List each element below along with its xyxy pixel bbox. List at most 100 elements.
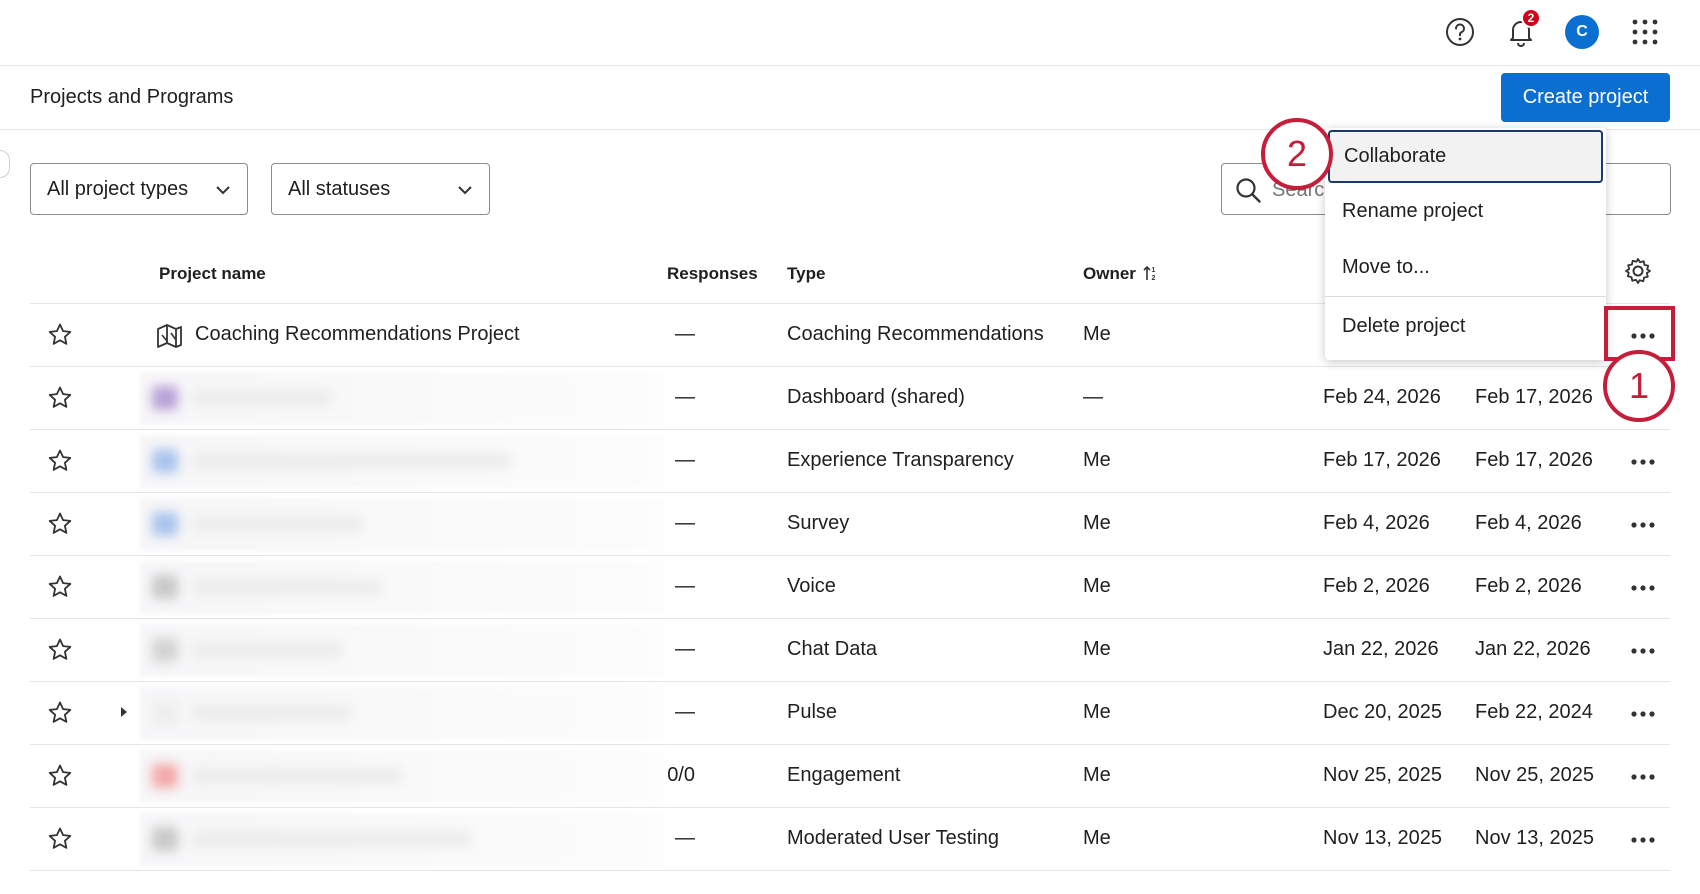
redacted-project-name <box>140 687 665 740</box>
star-icon[interactable] <box>47 511 73 542</box>
redacted-project-name <box>140 561 665 614</box>
star-icon[interactable] <box>47 322 73 353</box>
creation-date-cell: Feb 22, 2024 <box>1475 701 1593 723</box>
gear-icon[interactable] <box>1623 256 1653 286</box>
star-icon[interactable] <box>47 826 73 857</box>
top-bar: 2 C <box>0 0 1700 66</box>
last-modified-cell: Feb 24, 2026 <box>1323 386 1441 408</box>
redacted-text <box>192 516 362 532</box>
redacted-text <box>192 390 332 406</box>
bell-icon[interactable]: 2 <box>1503 8 1541 50</box>
creation-date-cell: Feb 2, 2026 <box>1475 575 1582 597</box>
annotation-step-1: 1 <box>1603 350 1675 422</box>
table-row[interactable]: — Voice Me Feb 2, 2026 Feb 2, 2026 <box>30 556 1670 619</box>
star-icon[interactable] <box>47 448 73 479</box>
owner-cell: Me <box>1083 323 1111 345</box>
star-icon[interactable] <box>47 700 73 731</box>
more-actions-icon[interactable] <box>1625 637 1661 665</box>
creation-date-cell: Jan 22, 2026 <box>1475 638 1591 660</box>
redacted-project-name <box>140 813 665 866</box>
column-project-name[interactable]: Project name <box>159 264 266 284</box>
grid-icon[interactable] <box>1627 14 1663 50</box>
owner-cell: Me <box>1083 827 1111 849</box>
status-filter-label: All statuses <box>288 177 391 200</box>
redacted-icon <box>152 512 178 536</box>
more-actions-icon[interactable] <box>1625 826 1661 854</box>
table-row[interactable]: 0/0 Engagement Me Nov 25, 2025 Nov 25, 2025 <box>30 745 1670 808</box>
creation-date-cell: Nov 13, 2025 <box>1475 827 1594 849</box>
svg-text:1: 1 <box>1151 267 1155 274</box>
owner-cell: Me <box>1083 575 1111 597</box>
sort-icon[interactable]: 12 <box>1143 264 1159 282</box>
more-actions-icon[interactable] <box>1625 511 1661 539</box>
star-icon[interactable] <box>47 763 73 794</box>
menu-item-delete[interactable]: Delete project <box>1325 300 1606 352</box>
column-responses[interactable]: Responses <box>667 264 758 284</box>
project-type-filter-label: All project types <box>47 177 189 200</box>
project-name[interactable]: Coaching Recommendations Project <box>195 323 520 346</box>
table-row[interactable]: — Experience Transparency Me Feb 17, 2026 Fe… <box>30 430 1670 493</box>
table-row[interactable]: — Survey Me Feb 4, 2026 Feb 4, 2026 <box>30 493 1670 556</box>
status-filter[interactable]: All statuses <box>271 163 490 215</box>
type-cell: Coaching Recommendations <box>787 323 1044 345</box>
project-type-filter[interactable]: All project types <box>30 163 248 215</box>
owner-cell: Me <box>1083 449 1111 471</box>
menu-item-move[interactable]: Move to... <box>1325 241 1606 293</box>
search-icon <box>1236 178 1261 203</box>
redacted-icon <box>152 764 178 788</box>
responses-cell: — <box>675 701 695 723</box>
redacted-icon <box>152 638 178 662</box>
owner-cell: Me <box>1083 764 1111 786</box>
star-icon[interactable] <box>47 637 73 668</box>
column-type[interactable]: Type <box>787 264 825 284</box>
redacted-icon <box>152 827 178 851</box>
more-actions-icon[interactable] <box>1625 574 1661 602</box>
owner-cell: Me <box>1083 638 1111 660</box>
page-header: Projects and Programs Create project <box>0 66 1700 130</box>
star-icon[interactable] <box>47 574 73 605</box>
redacted-text <box>192 579 382 595</box>
type-cell: Moderated User Testing <box>787 827 999 849</box>
expand-caret-icon[interactable] <box>117 705 131 719</box>
menu-item-rename[interactable]: Rename project <box>1325 185 1606 237</box>
table-row[interactable]: — Moderated User Testing Me Nov 13, 2025 Nov… <box>30 808 1670 871</box>
creation-date-cell: Nov 25, 2025 <box>1475 764 1594 786</box>
redacted-text <box>192 453 512 469</box>
creation-date-cell: Feb 17, 2026 <box>1475 449 1593 471</box>
creation-date-cell: Feb 17, 2026 <box>1475 386 1593 408</box>
table-row[interactable]: — Pulse Me Dec 20, 2025 Feb 22, 2024 <box>30 682 1670 745</box>
more-actions-icon[interactable] <box>1625 700 1661 728</box>
more-actions-icon[interactable] <box>1625 763 1661 791</box>
redacted-text <box>192 831 472 847</box>
type-cell: Pulse <box>787 701 838 723</box>
more-actions-icon[interactable] <box>1625 448 1661 476</box>
responses-cell: — <box>675 827 695 849</box>
responses-cell: — <box>675 638 695 660</box>
redacted-icon <box>152 575 178 599</box>
responses-cell: — <box>675 512 695 534</box>
redacted-project-name <box>140 750 665 803</box>
create-project-button[interactable]: Create project <box>1501 73 1670 122</box>
help-circle-icon[interactable] <box>1442 14 1478 50</box>
table-row[interactable]: — Chat Data Me Jan 22, 2026 Jan 22, 2026 <box>30 619 1670 682</box>
page-title: Projects and Programs <box>30 86 234 108</box>
last-modified-cell: Feb 2, 2026 <box>1323 575 1430 597</box>
type-cell: Experience Transparency <box>787 449 1014 471</box>
type-cell: Engagement <box>787 764 901 786</box>
redacted-icon <box>152 701 178 725</box>
redacted-text <box>192 705 352 721</box>
owner-cell: Me <box>1083 512 1111 534</box>
responses-cell: — <box>675 386 695 408</box>
redacted-project-name <box>140 372 665 425</box>
last-modified-cell: Dec 20, 2025 <box>1323 701 1442 723</box>
menu-item-collaborate[interactable]: Collaborate <box>1328 130 1603 183</box>
table-row[interactable]: — Dashboard (shared) — Feb 24, 2026 Feb 17, … <box>30 367 1670 430</box>
responses-cell: — <box>675 323 695 345</box>
column-owner[interactable]: Owner 12 <box>1083 264 1159 284</box>
side-panel-handle[interactable] <box>0 150 10 178</box>
type-cell: Voice <box>787 575 836 597</box>
avatar[interactable]: C <box>1565 15 1599 49</box>
redacted-text <box>192 642 342 658</box>
project-type-icon <box>154 321 184 356</box>
star-icon[interactable] <box>47 385 73 416</box>
